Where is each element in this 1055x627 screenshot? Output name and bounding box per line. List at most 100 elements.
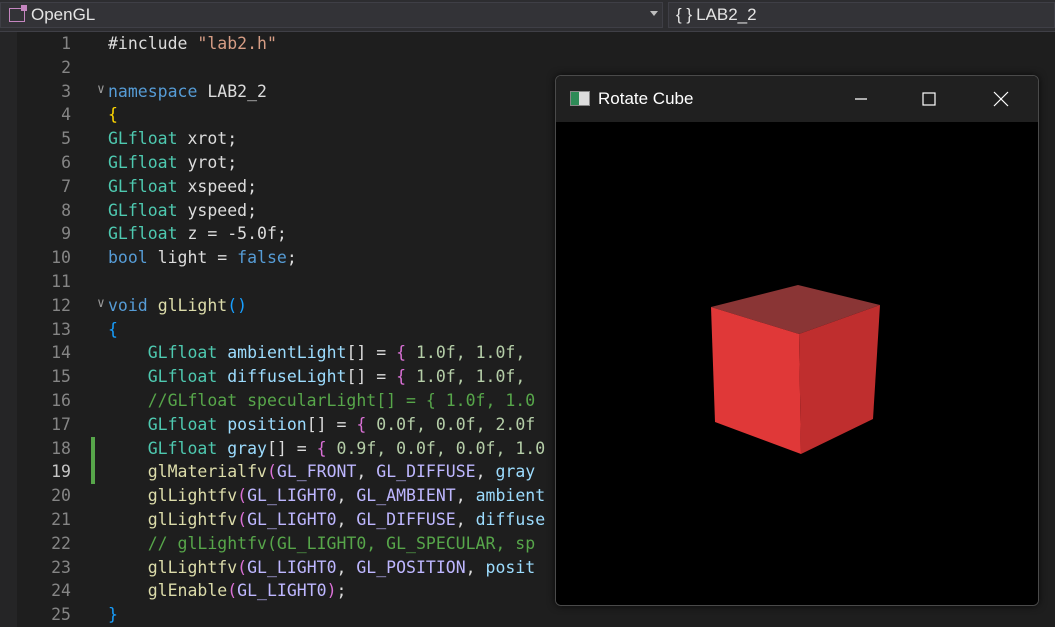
code-token: diffuse <box>475 510 546 529</box>
line-number: 15 <box>51 367 71 387</box>
code-token: void <box>108 295 148 315</box>
code-token: ambient <box>475 486 546 506</box>
code-token: [] = <box>266 438 317 458</box>
code-line[interactable]: 25} <box>0 603 1055 627</box>
code-text[interactable]: glMaterialfv(GL_FRONT, GL_DIFFUSE, gray <box>108 460 535 484</box>
close-icon <box>993 91 1009 107</box>
code-token: , <box>465 557 486 577</box>
code-text[interactable]: GLfloat ambientLight[] = { 1.0f, 1.0f, <box>108 341 535 365</box>
rotate-cube-window[interactable]: Rotate Cube <box>555 75 1039 606</box>
code-token: , <box>336 486 357 506</box>
code-token: { <box>356 414 367 434</box>
close-button[interactable] <box>978 76 1024 122</box>
code-text[interactable]: GLfloat yrot; <box>108 151 237 175</box>
line-number: 21 <box>51 510 71 529</box>
code-text[interactable]: //GLfloat specularLight[] = { 1.0f, 1.0 <box>108 389 535 413</box>
code-token: glLightfv <box>147 486 238 506</box>
scope-dropdown[interactable]: { } LAB2_2 <box>668 2 1055 28</box>
code-text[interactable]: glLightfv(GL_LIGHT0, GL_AMBIENT, ambient <box>108 484 545 508</box>
maximize-button[interactable] <box>906 76 952 122</box>
fold-chevron-icon[interactable]: ∨ <box>97 292 105 316</box>
code-text[interactable]: GLfloat z = -5.0f; <box>108 222 287 246</box>
code-text[interactable]: { <box>108 318 118 342</box>
line-number: 3 <box>61 81 71 101</box>
code-line[interactable]: 1 #include "lab2.h" <box>0 32 1055 56</box>
code-text[interactable]: GLfloat position[] = { 0.0f, 0.0f, 2.0f <box>108 413 535 437</box>
code-text[interactable]: void glLight() <box>108 294 247 318</box>
code-text[interactable]: glEnable(GL_LIGHT0); <box>108 579 347 603</box>
window-title-bar[interactable]: Rotate Cube <box>556 76 1038 122</box>
chevron-down-icon[interactable] <box>650 11 658 16</box>
code-token: bool <box>108 248 148 268</box>
code-token: LAB2_2 <box>197 81 267 101</box>
project-name: OpenGL <box>31 5 96 24</box>
code-token: glLightfv <box>147 557 238 577</box>
code-token: posit <box>485 557 536 577</box>
code-token: GLfloat <box>108 224 178 244</box>
app-icon <box>570 91 590 106</box>
maximize-icon <box>922 92 936 106</box>
code-token: gray <box>495 462 536 482</box>
code-text[interactable]: namespace LAB2_2 <box>108 80 267 104</box>
code-token: GLfloat <box>147 414 218 434</box>
code-token: GLfloat <box>147 438 218 458</box>
code-token: light = <box>147 248 238 268</box>
line-number: 14 <box>51 343 71 363</box>
code-token: ( <box>266 462 277 482</box>
code-token: GLfloat <box>108 200 178 220</box>
code-text[interactable]: GLfloat xrot; <box>108 127 237 151</box>
code-token: glLightfv <box>147 510 238 529</box>
line-number: 11 <box>51 272 71 291</box>
code-token: "lab2.h" <box>197 34 277 53</box>
line-number: 23 <box>51 557 71 577</box>
code-text[interactable]: GLfloat gray[] = { 0.9f, 0.0f, 0.0f, 1.0 <box>108 437 545 461</box>
minimize-button[interactable] <box>838 76 884 122</box>
code-token: [] = <box>346 343 397 363</box>
line-number: 9 <box>61 224 71 244</box>
code-token: gray <box>227 438 267 458</box>
scope-name: LAB2_2 <box>696 5 757 24</box>
line-number: 25 <box>51 605 71 625</box>
code-token: ambientLight <box>227 343 347 363</box>
namespace-icon: { } <box>676 5 693 24</box>
line-number: 7 <box>61 176 71 196</box>
code-token: { <box>108 319 118 339</box>
change-indicator <box>91 436 95 461</box>
code-token: xrot; <box>177 129 238 149</box>
code-token: 0.9f, 0.0f, 0.0f, 1.0 <box>326 438 546 458</box>
project-dropdown[interactable]: OpenGL <box>0 2 663 28</box>
code-token: GL_AMBIENT <box>356 486 456 506</box>
code-token: glMaterialfv <box>147 462 267 482</box>
code-token: ( <box>237 557 248 577</box>
code-token: GL_LIGHT0 <box>247 486 337 506</box>
fold-chevron-icon[interactable]: ∨ <box>97 78 105 102</box>
code-token: GL_LIGHT0 <box>247 557 337 577</box>
code-text[interactable]: glLightfv(GL_LIGHT0, GL_POSITION, posit <box>108 556 535 580</box>
code-text[interactable]: GLfloat yspeed; <box>108 199 257 223</box>
code-text[interactable]: { <box>108 103 118 127</box>
code-token: glLight <box>157 295 228 315</box>
code-text[interactable]: GLfloat xspeed; <box>108 175 257 199</box>
line-number: 16 <box>51 391 71 410</box>
opengl-viewport[interactable] <box>556 122 1038 605</box>
code-text[interactable]: } <box>108 603 118 627</box>
code-token: () <box>227 295 248 315</box>
code-token: xspeed; <box>177 176 258 196</box>
line-number: 1 <box>61 34 71 53</box>
code-text[interactable]: GLfloat diffuseLight[] = { 1.0f, 1.0f, <box>108 365 535 389</box>
line-number: 5 <box>61 129 71 149</box>
code-token: ; <box>336 581 347 601</box>
code-text[interactable]: // glLightfv(GL_LIGHT0, GL_SPECULAR, sp <box>108 532 535 556</box>
code-token: GLfloat <box>147 367 218 387</box>
code-text[interactable]: #include "lab2.h" <box>108 32 277 56</box>
code-text[interactable]: bool light = false; <box>108 246 297 270</box>
change-indicator <box>91 460 95 485</box>
code-text[interactable]: glLightfv(GL_LIGHT0, GL_DIFFUSE, diffuse <box>108 508 545 532</box>
